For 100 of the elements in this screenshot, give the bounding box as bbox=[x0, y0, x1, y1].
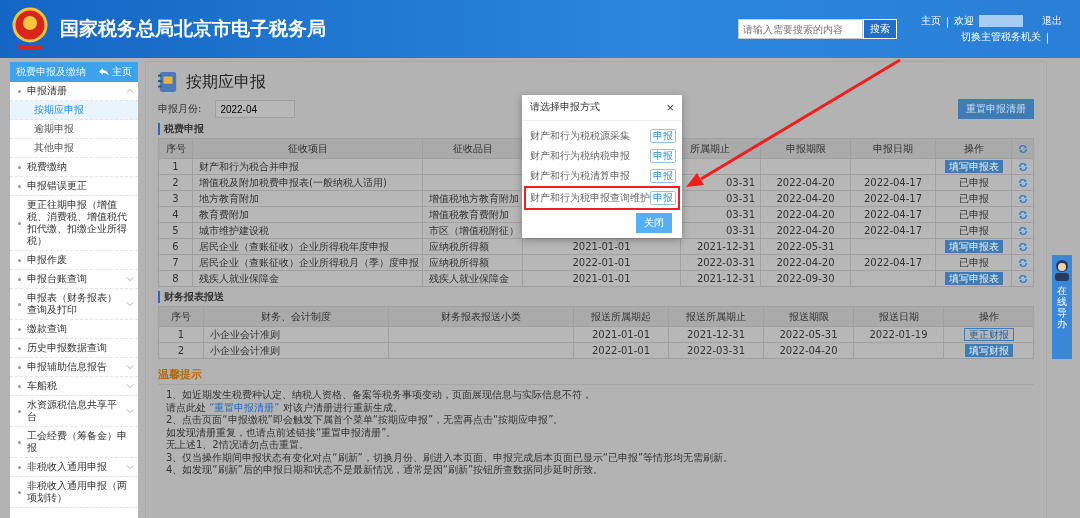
table-cell: 2022-01-19 bbox=[854, 327, 944, 343]
column-header: 征收品目 bbox=[423, 139, 523, 159]
bullet-icon bbox=[18, 184, 21, 188]
refresh-icon[interactable] bbox=[1017, 177, 1028, 188]
sidebar-subitem[interactable]: 其他申报 bbox=[10, 139, 138, 158]
book-icon bbox=[158, 71, 178, 93]
column-header: 征收项目 bbox=[193, 139, 423, 159]
fill-form-button[interactable]: 填写申报表 bbox=[944, 272, 1003, 285]
logout-link[interactable]: 退出 bbox=[1042, 14, 1062, 28]
table-cell: 2021-12-31 bbox=[669, 327, 764, 343]
table-cell: 2022-03-31 bbox=[669, 343, 764, 359]
sidebar-item[interactable]: 申报表（财务报表）查询及打印 bbox=[10, 289, 138, 320]
bullet-icon bbox=[18, 258, 21, 262]
search-button[interactable]: 搜索 bbox=[862, 19, 897, 39]
table-cell: 2022-05-31 bbox=[761, 239, 851, 255]
table-cell: 1 bbox=[159, 327, 204, 343]
refresh-icon[interactable] bbox=[1017, 273, 1028, 284]
status-text: 已申报 bbox=[958, 191, 989, 206]
sidebar-item[interactable]: 更正往期申报（增值税、消费税、增值税代扣代缴、扣缴企业所得税） bbox=[10, 196, 138, 251]
sidebar-item[interactable]: 申报作废 bbox=[10, 251, 138, 270]
tip-text: 4、如发现“刷新”后的申报日期和状态不是最新情况，通常是因“刷新”按钮所查数据同步延时所致。 bbox=[165, 464, 605, 477]
blurred-block bbox=[979, 15, 1023, 27]
correct-report-button[interactable]: 更正财报 bbox=[963, 328, 1014, 341]
declare-button[interactable]: 申报 bbox=[650, 169, 676, 183]
sidebar-item[interactable]: 水资源税信息共享平台 bbox=[10, 396, 138, 427]
refresh-icon[interactable] bbox=[1017, 209, 1028, 220]
table-cell: 4 bbox=[159, 207, 193, 223]
table-cell: 小企业会计准则 bbox=[204, 343, 389, 359]
welcome-text: 欢迎 bbox=[954, 14, 974, 28]
sidebar-item-label: 申报台账查询 bbox=[27, 273, 88, 285]
table-cell: 8 bbox=[159, 271, 193, 287]
sidebar-item[interactable]: 申报辅助信息报告 bbox=[10, 358, 138, 377]
switch-office-link[interactable]: 切换主管税务机关 bbox=[960, 30, 1041, 44]
home-link[interactable]: 主页 bbox=[920, 14, 941, 28]
tip-text: 无上述1、2情况请勿点击重置。 bbox=[165, 439, 310, 452]
sidebar-item-label: 申报表（财务报表）查询及打印 bbox=[27, 292, 118, 316]
sidebar-item[interactable]: 车船税 bbox=[10, 377, 138, 396]
sidebar-item[interactable]: 非税收入通用申报 bbox=[10, 458, 138, 477]
sidebar-item[interactable]: 历史申报数据查询 bbox=[10, 339, 138, 358]
sidebar-item-label: 申报清册 bbox=[27, 85, 68, 97]
table-cell: 残疾人就业保障金 bbox=[193, 271, 423, 287]
column-header: 操作 bbox=[944, 307, 1034, 327]
declare-button[interactable]: 申报 bbox=[650, 149, 676, 163]
refresh-icon[interactable] bbox=[1017, 225, 1028, 236]
bullet-icon bbox=[18, 440, 21, 444]
column-header: 报送所属期起 bbox=[574, 307, 669, 327]
table-cell: 2022-04-20 bbox=[761, 191, 851, 207]
site-title: 国家税务总局北京市电子税务局 bbox=[60, 16, 327, 41]
bullet-icon bbox=[18, 327, 21, 331]
sidebar-item[interactable]: 申报台账查询 bbox=[10, 270, 138, 289]
sidebar-item[interactable]: 工会经费（筹备金）申报 bbox=[10, 427, 138, 458]
fill-report-button[interactable]: 填写财报 bbox=[964, 344, 1013, 357]
month-field[interactable]: 2022-04 bbox=[215, 100, 296, 118]
sidebar-item-label: 工会经费（筹备金）申报 bbox=[27, 430, 128, 454]
table-cell: 2022-04-20 bbox=[761, 223, 851, 239]
help-widget[interactable]: 在线导办 bbox=[1052, 255, 1072, 359]
sidebar-item[interactable]: 缴款查询 bbox=[10, 320, 138, 339]
column-header: 申报期限 bbox=[761, 139, 851, 159]
declare-button[interactable]: 申报 bbox=[650, 129, 676, 143]
refresh-icon[interactable] bbox=[1017, 241, 1028, 252]
status-text: 已申报 bbox=[958, 175, 989, 190]
sidebar-item-label: 缴款查询 bbox=[27, 323, 68, 335]
tip-text: 1、如近期发生税费种认定、纳税人资格、备案等税务事项变动，页面展现信息与实际信息不符， bbox=[165, 389, 594, 402]
status-text: 已申报 bbox=[958, 207, 989, 222]
refresh-icon[interactable] bbox=[1017, 143, 1028, 154]
refresh-icon[interactable] bbox=[1017, 193, 1028, 204]
column-header: 报送期限 bbox=[764, 307, 854, 327]
emblem-logo-icon bbox=[10, 7, 50, 51]
bullet-icon bbox=[18, 302, 21, 306]
table-cell: 03-31 bbox=[681, 191, 761, 207]
table-cell: 1 bbox=[159, 159, 193, 175]
column-header: 财务、会计制度 bbox=[204, 307, 389, 327]
table-cell: 增值税地方教育附加 bbox=[423, 191, 523, 207]
table-cell: 增值税及附加税费申报表(一般纳税人适用) bbox=[193, 175, 423, 191]
sidebar-item[interactable]: 税费缴纳 bbox=[10, 158, 138, 177]
table-cell: 2022-05-31 bbox=[764, 327, 854, 343]
table-cell: 城市维护建设税 bbox=[193, 223, 423, 239]
close-button[interactable]: × bbox=[666, 100, 674, 115]
sidebar-subitem[interactable]: 逾期申报 bbox=[10, 120, 138, 139]
table-cell: 市区（增值税附征） bbox=[423, 223, 523, 239]
sidebar-item-label: 非税收入通用申报（两项划转） bbox=[27, 480, 128, 504]
refresh-icon[interactable] bbox=[1017, 257, 1028, 268]
month-label: 申报月份: bbox=[158, 102, 202, 116]
table-cell: 教育费附加 bbox=[193, 207, 423, 223]
table-cell: 2021-01-01 bbox=[523, 271, 681, 287]
table-cell: 应纳税所得额 bbox=[423, 255, 523, 271]
sidebar-item[interactable]: 申报错误更正 bbox=[10, 177, 138, 196]
bullet-icon bbox=[18, 409, 21, 413]
search-field[interactable]: 请输入需要搜索的内容 bbox=[737, 19, 863, 39]
fill-form-button[interactable]: 填写申报表 bbox=[944, 240, 1003, 253]
sidebar-item-label: 历史申报数据查询 bbox=[27, 342, 108, 354]
bullet-icon bbox=[18, 221, 21, 225]
sidebar-item[interactable]: 非税收入通用申报（两项划转） bbox=[10, 477, 138, 508]
refresh-icon[interactable] bbox=[1017, 161, 1028, 172]
declare-button[interactable]: 申报 bbox=[650, 191, 676, 205]
dialog-title: 请选择申报方式 bbox=[530, 101, 600, 114]
table-cell: 2022-09-30 bbox=[761, 271, 851, 287]
table-cell: 2021-12-31 bbox=[681, 271, 761, 287]
page-title: 按期应申报 bbox=[186, 71, 266, 93]
fill-form-button[interactable]: 填写申报表 bbox=[944, 160, 1003, 173]
